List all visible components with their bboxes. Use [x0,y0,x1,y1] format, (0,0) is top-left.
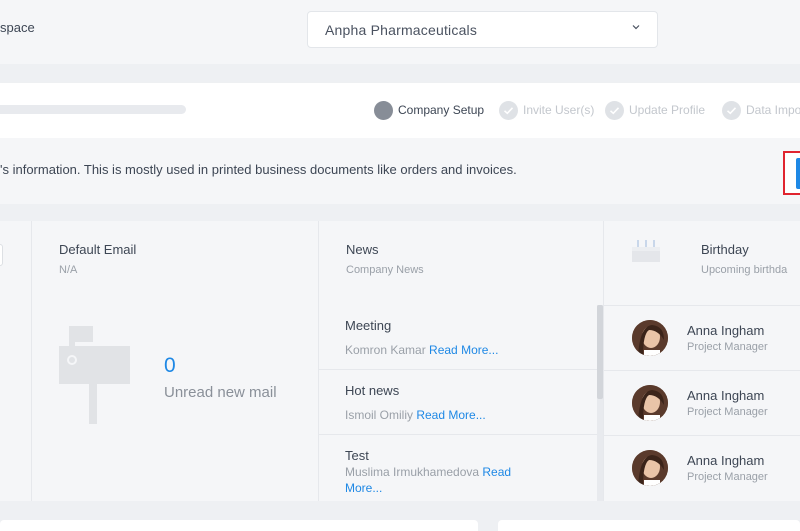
news-item-author: Ismoil Omiliy [345,408,413,422]
birthday-item[interactable]: Anna Ingham Project Manager [604,305,800,370]
birthday-item[interactable]: Anna Ingham Project Manager [604,370,800,435]
news-panel-subtitle: Company News [346,264,424,276]
read-more-link[interactable]: Read More... [416,408,485,422]
read-more-link[interactable]: Read More... [429,343,498,357]
step-label: Company Setup [398,103,485,117]
news-item-title: Meeting [345,318,392,333]
news-item-title: Hot news [345,383,400,398]
workspace-select-value: Anpha Pharmaceuticals [325,22,478,38]
check-circle-icon [722,100,741,120]
avatar [632,320,668,356]
step-active-dot-icon [374,100,393,120]
unread-mail-count[interactable]: 0 [164,354,176,378]
birthday-person-name: Anna Ingham [687,323,765,338]
news-item-meta: Ismoil Omiliy Read More... [345,407,565,423]
step-label: Update Profile [629,103,706,117]
news-item-title: Test [345,448,369,463]
birthday-panel-title: Birthday [701,242,749,257]
step-label: Data Impo [746,103,800,117]
birthday-person-name: Anna Ingham [687,453,765,468]
info-bar: 's information. This is mostly used in p… [0,138,800,204]
company-info-description: 's information. This is mostly used in p… [0,162,517,177]
news-item-author: Komron Kamar [345,343,426,357]
news-panel-title: News [346,242,379,257]
setup-steps-bar: Company Setup Invite User(s) Update Prof… [0,83,800,138]
check-circle-icon [499,100,518,120]
news-item[interactable]: Hot news Ismoil Omiliy Read More... [319,370,597,435]
avatar [632,450,668,486]
news-item-meta: Komron Kamar Read More... [345,342,565,358]
avatar [632,385,668,421]
highlighted-action-button[interactable] [783,151,800,195]
birthday-person-name: Anna Ingham [687,388,765,403]
birthday-person-role: Project Manager [687,406,768,418]
top-bar: space Anpha Pharmaceuticals [0,0,800,64]
news-list: Meeting Komron Kamar Read More... Hot ne… [319,305,603,501]
bottom-card [0,520,478,531]
left-panel-control[interactable] [0,244,3,266]
birthday-list: Anna Ingham Project Manager Anna Ingham … [604,305,800,501]
step-update-profile[interactable]: Update Profile [605,100,705,120]
birthday-person-role: Project Manager [687,341,768,353]
birthday-panel-subtitle: Upcoming birthda [701,264,788,276]
check-circle-icon [605,100,624,120]
step-label: Invite User(s) [523,103,595,117]
workspace-label: space [0,20,35,35]
email-panel-title: Default Email [59,242,137,257]
setup-progress-bar [0,105,186,114]
step-data-import[interactable]: Data Impo [722,100,800,120]
email-panel-subtitle: N/A [59,264,78,276]
news-item[interactable]: Test Muslima Irmukhamedova Read More... [319,435,597,501]
news-scrollbar[interactable] [597,305,603,501]
birthday-cake-icon [632,240,660,262]
chevron-down-icon [632,25,640,30]
step-company-setup[interactable]: Company Setup [374,100,484,120]
news-item-author: Muslima Irmukhamedova [345,465,480,479]
news-item[interactable]: Meeting Komron Kamar Read More... [319,305,597,370]
news-scrollbar-thumb[interactable] [597,305,603,399]
column-divider [31,221,32,501]
birthday-person-role: Project Manager [687,471,768,483]
workspace-select[interactable]: Anpha Pharmaceuticals [307,11,658,48]
step-invite-users[interactable]: Invite User(s) [499,100,594,120]
unread-mail-label: Unread new mail [164,384,277,401]
mailbox-icon [59,326,130,424]
birthday-item[interactable]: Anna Ingham Project Manager [604,435,800,500]
news-item-meta: Muslima Irmukhamedova Read More... [345,464,545,496]
bottom-card [498,520,800,531]
action-button-edge [796,158,800,189]
